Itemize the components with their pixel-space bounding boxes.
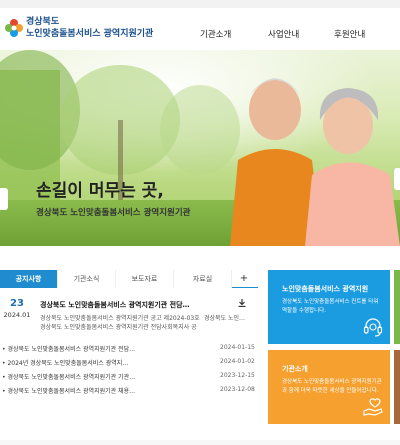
card-regional-support-title: 노인맞춤돌봄서비스 광역지원 [282,285,369,293]
list-item[interactable]: • 2024년 경상북도 노인맞춤돌봄서비스 광역지… 2024-01-02 [0,358,258,372]
list-item-date: 2023-12-15 [220,372,255,379]
nav-support[interactable]: 후원안내 [334,28,365,40]
hand-heart-icon [363,398,383,416]
featured-date: 23 2024.01 [2,298,32,319]
list-item-date: 2024-01-02 [220,358,255,365]
hero-banner: 손길이 머무는 곳, 경상북도 노인맞춤돌봄서비스 광역지원기관 [0,50,400,246]
card-about-desc: 경상북도 노인맞춤돌봄서비스 광역지원기관과 함께 더욱 따뜻한 세상을 만들어… [282,379,382,394]
hero-title: 손길이 머무는 곳, [36,181,164,201]
list-item[interactable]: • 경상북도 노인맞춤돌봄서비스 광역지원기관 기관… 2023-12-15 [0,372,258,386]
bottom-strip [0,440,400,445]
top-utility-bar [0,0,400,8]
site-header: 경상북도 노인맞춤돌봄서비스 광역지원기관 기관소개 사업안내 후원안내 [0,8,400,50]
featured-description-alt: 경상북도 노인… [204,315,246,322]
org-name-line2: 노인맞춤돌봄서비스 광역지원기관 [26,29,154,39]
list-item-date: 2023-12-08 [220,386,255,393]
list-item-title: • 경상북도 노인맞춤돌봄서비스 광역지원기관 채용… [2,388,136,395]
card-regional-support[interactable]: 노인맞춤돌봄서비스 광역지원 경상북도 노인맞춤돌봄서비스 컨트롤 타워 역할을… [268,270,390,344]
nav-about[interactable]: 기관소개 [200,28,231,40]
list-item-title: • 경상북도 노인맞춤돌봄서비스 광역지원기관 전담… [2,346,136,353]
featured-year-month: 2024.01 [3,311,31,319]
site-logo-text[interactable]: 경상북도 노인맞춤돌봄서비스 광역지원기관 [26,16,153,40]
card-about-title: 기관소개 [282,365,308,373]
download-icon[interactable] [238,299,246,307]
featured-description: 경상북도 노인맞춤돌봄서비스 광역지원기관 공고 제2024-03호 경상북도 … [40,315,200,331]
hero-subtitle: 경상북도 노인맞춤돌봄서비스 광역지원기관 [36,208,191,218]
featured-title[interactable]: 경상북도 노인맞춤돌봄서비스 광역지원기관 전담… [40,300,240,310]
elderly-couple-photo [230,78,400,246]
featured-day: 23 [10,298,24,309]
list-item-title: • 경상북도 노인맞춤돌봄서비스 광역지원기관 기관… [2,374,136,381]
nav-business[interactable]: 사업안내 [268,28,299,40]
headset-icon [363,318,383,337]
list-item[interactable]: • 경상북도 노인맞춤돌봄서비스 광역지원기관 전담… 2024-01-15 [0,344,258,358]
card-about[interactable]: 기관소개 경상북도 노인맞춤돌봄서비스 광역지원기관과 함께 더욱 따뜻한 세상… [268,350,390,424]
tab-resources[interactable]: 자료실 [174,270,232,288]
list-item[interactable]: • 경상북도 노인맞춤돌봄서비스 광역지원기관 채용… 2023-12-08 [0,386,258,400]
featured-notice[interactable]: 23 2024.01 경상북도 노인맞춤돌봄서비스 광역지원기관 전담… 경상북… [0,292,258,340]
notice-tabs: 공지사항 기관소식 보도자료 자료실 + [0,270,258,288]
more-plus-button[interactable]: + [234,270,254,288]
tab-notice[interactable]: 공지사항 [0,270,58,288]
flower-logo-icon[interactable] [4,18,24,38]
list-item-date: 2024-01-15 [220,344,255,351]
card-regional-support-desc: 경상북도 노인맞춤돌봄서비스 컨트롤 타워 역할을 수행합니다. [282,299,379,314]
list-item-title: • 2024년 경상북도 노인맞춤돌봄서비스 광역지… [2,360,129,367]
hero-next-handle[interactable] [394,168,400,190]
next-card-edge-brown [394,350,400,424]
hero-prev-handle[interactable] [0,188,8,210]
tab-press[interactable]: 보도자료 [116,270,174,288]
next-card-edge-green [394,270,400,344]
tab-news[interactable]: 기관소식 [58,270,116,288]
org-name-line1: 경상북도 [26,17,60,27]
